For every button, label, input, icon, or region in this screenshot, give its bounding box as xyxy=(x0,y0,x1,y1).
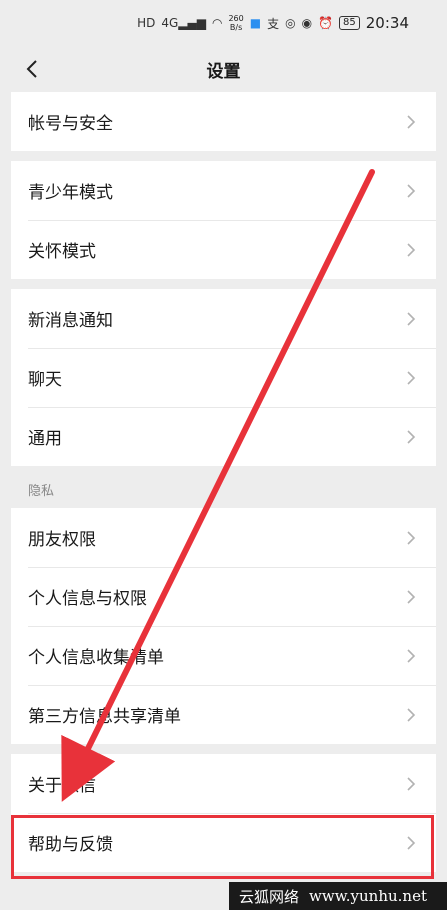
watermark-left: 云狐网络 xyxy=(239,887,300,906)
watermark: 云狐网络 www.yunhu.net xyxy=(229,882,447,910)
watermark-right: www.yunhu.net xyxy=(309,887,427,905)
arrow-line xyxy=(61,169,375,802)
annotation-arrow xyxy=(61,169,375,802)
